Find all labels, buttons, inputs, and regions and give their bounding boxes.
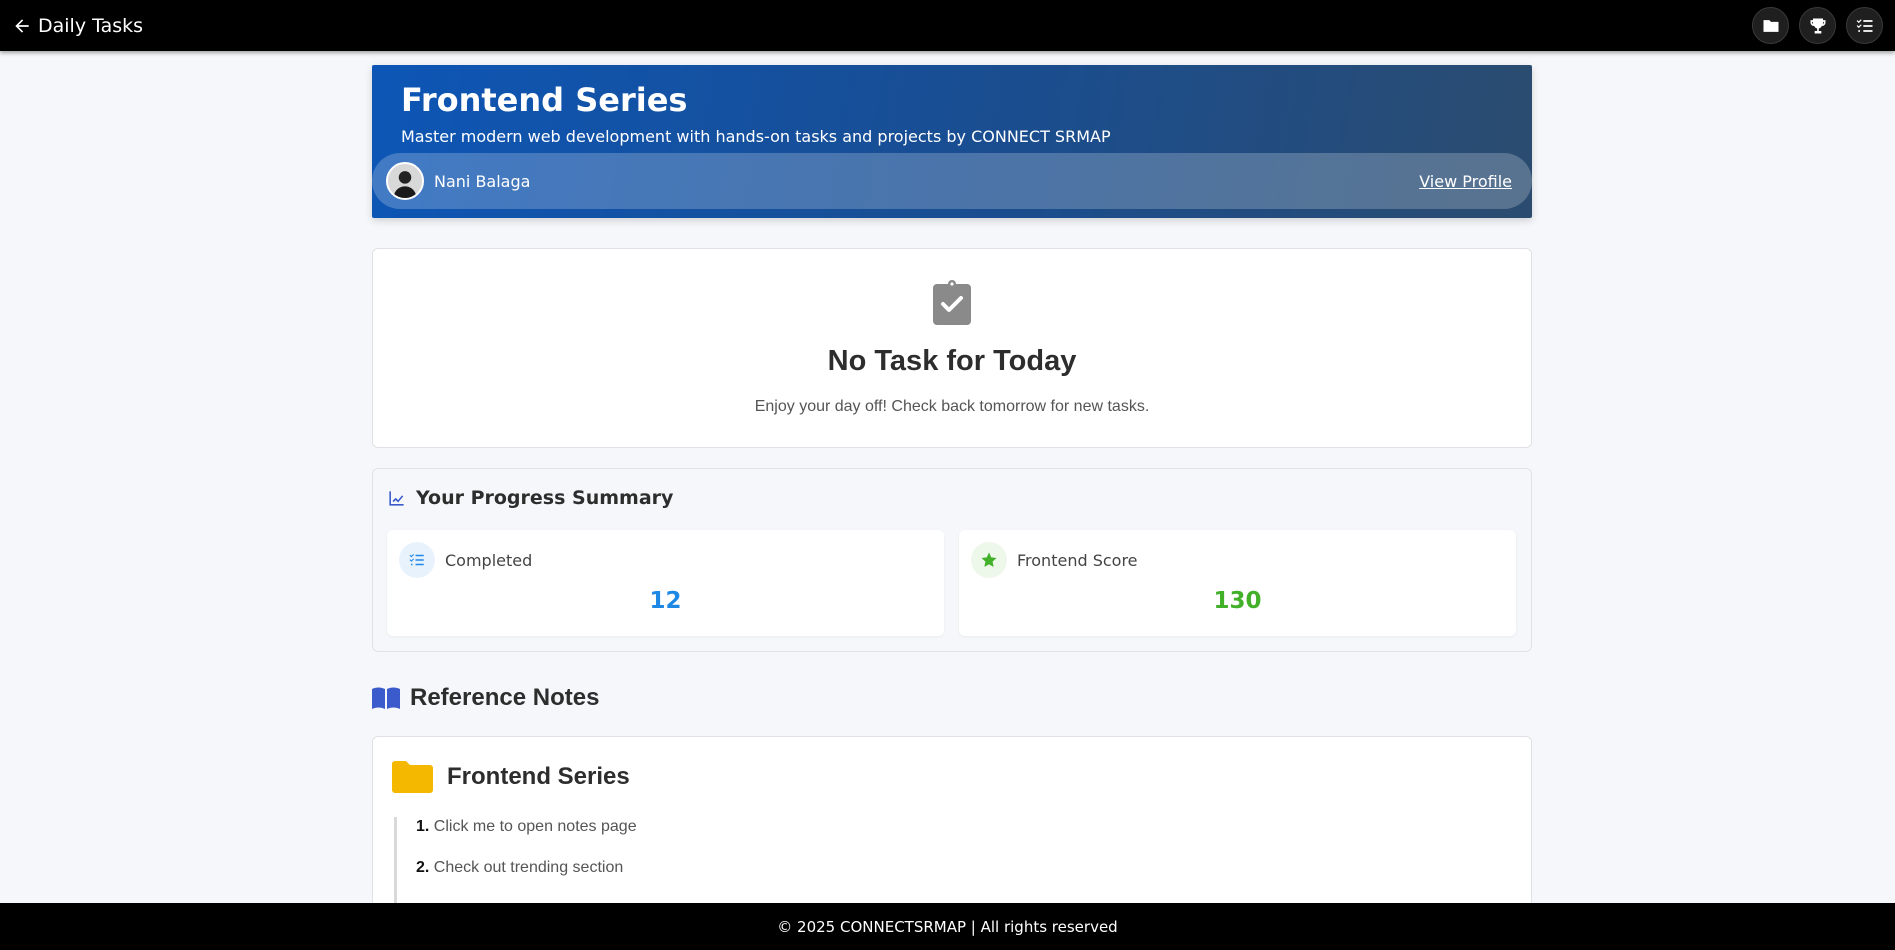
progress-summary: Your Progress Summary Completed 12 Front… <box>372 468 1532 652</box>
top-navbar: Daily Tasks <box>0 0 1895 51</box>
trophy-icon <box>1810 18 1825 33</box>
progress-title: Your Progress Summary <box>416 487 674 509</box>
note-number: 2. <box>416 859 430 876</box>
series-banner: Frontend Series Master modern web develo… <box>372 65 1532 218</box>
score-stat-card: Frontend Score 130 <box>959 530 1516 636</box>
note-number: 1. <box>416 818 430 835</box>
completed-stat-card: Completed 12 <box>387 530 944 636</box>
today-task-card: No Task for Today Enjoy your day off! Ch… <box>372 248 1532 448</box>
profile-bar: Nani Balaga View Profile <box>372 153 1532 209</box>
series-subtitle: Master modern web development with hands… <box>401 127 1111 146</box>
reference-notes-title: Reference Notes <box>410 684 600 711</box>
reference-notes-header: Reference Notes <box>372 682 1532 714</box>
note-text: Click me to open notes page <box>433 818 637 835</box>
completed-label: Completed <box>445 550 533 570</box>
book-open-icon <box>372 687 400 709</box>
folder-button[interactable] <box>1752 7 1789 44</box>
tasks-icon <box>1856 18 1872 32</box>
view-profile-link[interactable]: View Profile <box>1419 172 1512 191</box>
star-icon <box>971 542 1007 578</box>
tasks-button[interactable] <box>1846 7 1883 44</box>
back-link[interactable]: Daily Tasks <box>12 15 143 37</box>
no-task-message: Enjoy your day off! Check back tomorrow … <box>754 398 1150 415</box>
folder-icon <box>1763 19 1778 32</box>
avatar[interactable] <box>386 162 424 200</box>
arrow-left-icon <box>15 18 29 33</box>
footer: © 2025 CONNECTSRMAP | All rights reserve… <box>0 903 1895 950</box>
notes-folder-card[interactable]: Frontend Series 1. Click me to open note… <box>372 736 1532 937</box>
no-task-heading: No Task for Today <box>827 345 1077 377</box>
leaderboard-button[interactable] <box>1799 7 1836 44</box>
footer-copyright: © 2025 CONNECTSRMAP | All rights reserve… <box>777 917 1118 936</box>
list-item[interactable]: 2. Check out trending section <box>416 858 637 899</box>
score-value: 130 <box>1213 588 1262 614</box>
page-title: Daily Tasks <box>38 14 144 37</box>
clipboard-check-icon <box>933 280 971 325</box>
folder-title: Frontend Series <box>447 763 630 790</box>
score-label: Frontend Score <box>1017 550 1138 570</box>
user-name: Nani Balaga <box>434 171 531 191</box>
series-title: Frontend Series <box>401 81 688 119</box>
user-photo-icon <box>388 164 422 198</box>
folder-icon <box>392 761 433 793</box>
note-text: Check out trending section <box>433 859 624 876</box>
list-item[interactable]: 1. Click me to open notes page <box>416 817 637 858</box>
chart-line-icon <box>389 490 404 506</box>
list-check-icon <box>399 542 435 578</box>
completed-value: 12 <box>649 588 682 614</box>
